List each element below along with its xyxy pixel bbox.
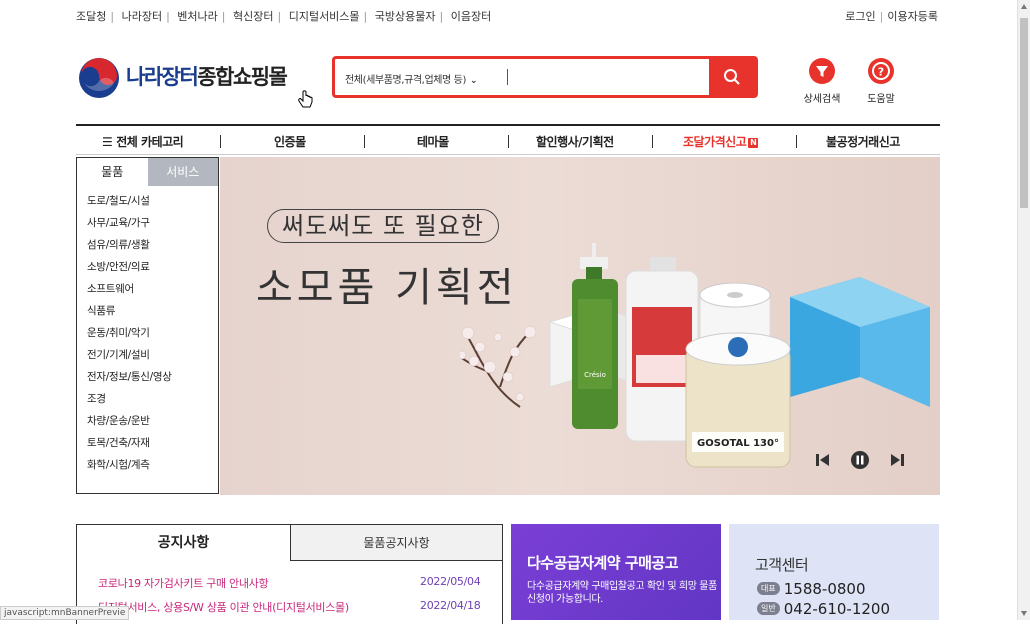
main-banner[interactable]: 써도써도 또 필요한 소모품 기획전 Crésio GOSOTAL 130°	[220, 157, 940, 495]
promo-title: 다수공급자계약 구매공고	[527, 554, 679, 572]
link-ieum[interactable]: 이음장터	[451, 10, 491, 23]
category-item[interactable]: 소방/안전/의료	[87, 260, 218, 282]
logo-text: 나라장터종합쇼핑몰	[126, 65, 288, 89]
banner-controls	[812, 451, 912, 471]
detail-search-label: 상세검색	[803, 94, 841, 105]
svg-text:GOSOTAL 130°: GOSOTAL 130°	[697, 438, 779, 449]
svg-text:?: ?	[878, 66, 884, 79]
category-item[interactable]: 섬유/의류/생활	[87, 238, 218, 260]
notice-row[interactable]: 코로나19 자가검사키트 구매 안내사항 2022/05/04	[98, 575, 481, 591]
browser-status-bar: javascript:mnBannerPrevie	[0, 606, 130, 620]
tab-goods[interactable]: 물품	[77, 158, 148, 186]
link-innovation[interactable]: 혁신장터	[233, 10, 273, 23]
help-label: 도움말	[867, 94, 895, 105]
category-item[interactable]: 토목/건축/자재	[87, 436, 218, 458]
category-item[interactable]: 사무/교육/가구	[87, 216, 218, 238]
customer-center: 고객센터 대표 1588-0800 일반 042-610-1200	[729, 524, 939, 620]
question-icon: ?	[868, 58, 894, 84]
category-item[interactable]: 차량/운송/운반	[87, 414, 218, 436]
search-input[interactable]	[515, 65, 709, 91]
category-item[interactable]: 소프트웨어	[87, 282, 218, 304]
detail-search-button[interactable]: 상세검색	[797, 58, 847, 105]
main-navigation: ☰ 전체 카테고리 인증몰 테마몰 할인행사/기획전 조달가격신고 N 불공정거래신…	[76, 124, 940, 155]
search-button[interactable]	[709, 59, 755, 95]
search-scope-select[interactable]: 전체(세부품명,규격,업체명 등) ⌄	[345, 71, 478, 86]
next-icon[interactable]	[888, 451, 906, 469]
category-item[interactable]: 도로/철도/시설	[87, 194, 218, 216]
svg-text:Crésio: Crésio	[584, 371, 606, 379]
mas-bid-promo[interactable]: 다수공급자계약 구매공고 다수공급자계약 구매입찰공고 확인 및 희망 물품 신…	[511, 524, 721, 620]
category-item[interactable]: 전자/정보/통신/영상	[87, 370, 218, 392]
category-item[interactable]: 조경	[87, 392, 218, 414]
category-item[interactable]: 식품류	[87, 304, 218, 326]
category-sidebar: 물품 서비스 도로/철도/시설 사무/교육/가구 섬유/의류/생활 소방/안전/…	[76, 157, 219, 494]
nav-theme-mall[interactable]: 테마몰	[417, 133, 449, 150]
filter-icon	[809, 58, 835, 84]
promo-description: 다수공급자계약 구매입찰공고 확인 및 희망 물품 신청이 가능합니다.	[527, 581, 717, 605]
scroll-down-icon[interactable]	[1021, 611, 1027, 616]
link-defense[interactable]: 국방상용물자	[375, 10, 436, 23]
nav-price-report[interactable]: 조달가격신고 N	[683, 133, 759, 150]
rep-phone: 대표 1588-0800	[757, 580, 866, 598]
nav-discount-events[interactable]: 할인행사/기획전	[536, 133, 614, 150]
search-box: 전체(세부품명,규격,업체명 등) ⌄	[332, 56, 758, 98]
new-badge: N	[748, 138, 759, 148]
search-divider	[507, 69, 508, 85]
taegeuk-logo-icon	[79, 58, 119, 98]
notice-panel: 공지사항 물품공지사항 코로나19 자가검사키트 구매 안내사항 2022/05/…	[76, 524, 503, 624]
prev-icon[interactable]	[814, 451, 832, 469]
tab-notices[interactable]: 공지사항	[77, 525, 290, 561]
link-venture[interactable]: 벤처나라	[177, 10, 217, 23]
nav-certified-mall[interactable]: 인증몰	[274, 133, 306, 150]
hand-cursor-icon	[298, 90, 313, 108]
scroll-up-icon[interactable]	[1021, 4, 1027, 9]
account-links: 로그인 | 이용자등록	[845, 10, 938, 23]
scroll-thumb[interactable]	[1020, 18, 1028, 208]
category-list: 도로/철도/시설 사무/교육/가구 섬유/의류/생활 소방/안전/의료 소프트웨…	[77, 186, 218, 480]
hamburger-icon: ☰	[102, 135, 113, 149]
category-item[interactable]: 전기/기계/설비	[87, 348, 218, 370]
consumables-product-image: Crésio GOSOTAL 130°	[460, 243, 930, 468]
login-link[interactable]: 로그인	[845, 10, 875, 23]
site-logo[interactable]: 나라장터종합쇼핑몰	[76, 55, 316, 101]
tab-goods-notices[interactable]: 물품공지사항	[290, 525, 502, 561]
nav-unfair-trade-report[interactable]: 불공정거래신고	[826, 133, 900, 150]
link-digital-service[interactable]: 디지털서비스몰	[289, 10, 360, 23]
customer-center-title: 고객센터	[755, 556, 809, 574]
notice-row[interactable]: 디지털서비스, 상용S/W 상품 이관 안내(디지털서비스몰) 2022/04/1…	[98, 599, 481, 615]
all-categories-menu[interactable]: ☰ 전체 카테고리	[102, 133, 184, 150]
tab-services[interactable]: 서비스	[147, 158, 218, 186]
chevron-down-icon: ⌄	[469, 76, 478, 86]
family-site-links: 조달청 | 나라장터 | 벤처나라 | 혁신장터 | 디지털서비스몰 | 국방상용물자 | …	[76, 10, 492, 23]
help-button[interactable]: ? 도움말	[856, 58, 906, 105]
page-scrollbar[interactable]	[1017, 0, 1030, 620]
category-item[interactable]: 운동/취미/악기	[87, 326, 218, 348]
pause-icon[interactable]	[850, 450, 870, 470]
register-link[interactable]: 이용자등록	[887, 10, 938, 23]
link-naramarket[interactable]: 나라장터	[122, 10, 162, 23]
general-phone: 일반 042-610-1200	[757, 600, 890, 618]
category-item[interactable]: 화학/시험/계측	[87, 458, 218, 480]
search-icon	[724, 69, 740, 85]
link-pps[interactable]: 조달청	[76, 10, 106, 23]
top-utility-bar: 조달청 | 나라장터 | 벤처나라 | 혁신장터 | 디지털서비스몰 | 국방상용물자 | …	[0, 0, 1018, 30]
